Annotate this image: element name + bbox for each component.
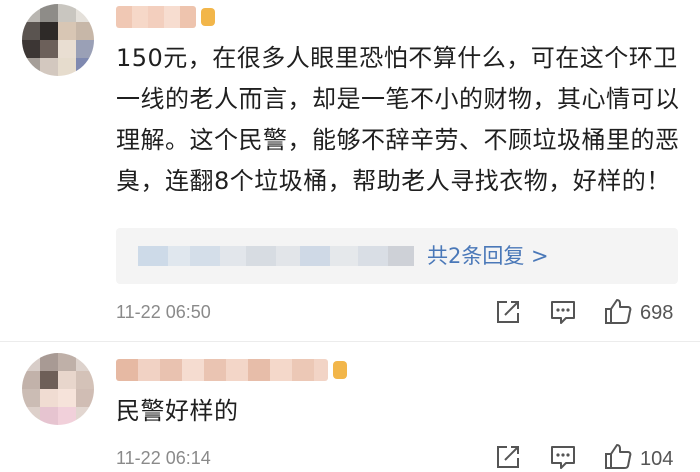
timestamp: 11-22 06:50 — [116, 302, 211, 322]
share-icon[interactable] — [493, 442, 523, 472]
username[interactable] — [116, 359, 328, 381]
comment-item: 150元，在很多人眼里恐怕不算什么，可在这个环卫一线的老人而言，却是一笔不小的财… — [0, 0, 700, 340]
vip-badge-icon — [333, 361, 347, 379]
comment-text: 150元，在很多人眼里恐怕不算什么，可在这个环卫一线的老人而言，却是一笔不小的财… — [116, 44, 680, 195]
comment-item: 民警好样的 11-22 06:14 104 — [0, 341, 700, 471]
comment-icon[interactable] — [548, 297, 578, 327]
like-count: 698 — [640, 302, 674, 324]
view-replies-link[interactable]: 共2条回复 > — [427, 240, 549, 270]
timestamp: 11-22 06:14 — [116, 448, 211, 468]
share-icon[interactable] — [493, 297, 523, 327]
comment-icon[interactable] — [548, 442, 578, 472]
thumbs-up-icon[interactable] — [603, 296, 633, 326]
like-count: 104 — [640, 448, 674, 470]
username[interactable] — [116, 6, 196, 28]
reply-box[interactable]: 共2条回复 > — [116, 228, 678, 284]
avatar[interactable] — [22, 353, 94, 425]
vip-badge-icon — [201, 8, 215, 26]
thumbs-up-icon[interactable] — [603, 441, 633, 471]
comment-text: 民警好样的 — [116, 397, 239, 425]
reply-preview — [138, 246, 414, 266]
avatar[interactable] — [22, 4, 94, 76]
